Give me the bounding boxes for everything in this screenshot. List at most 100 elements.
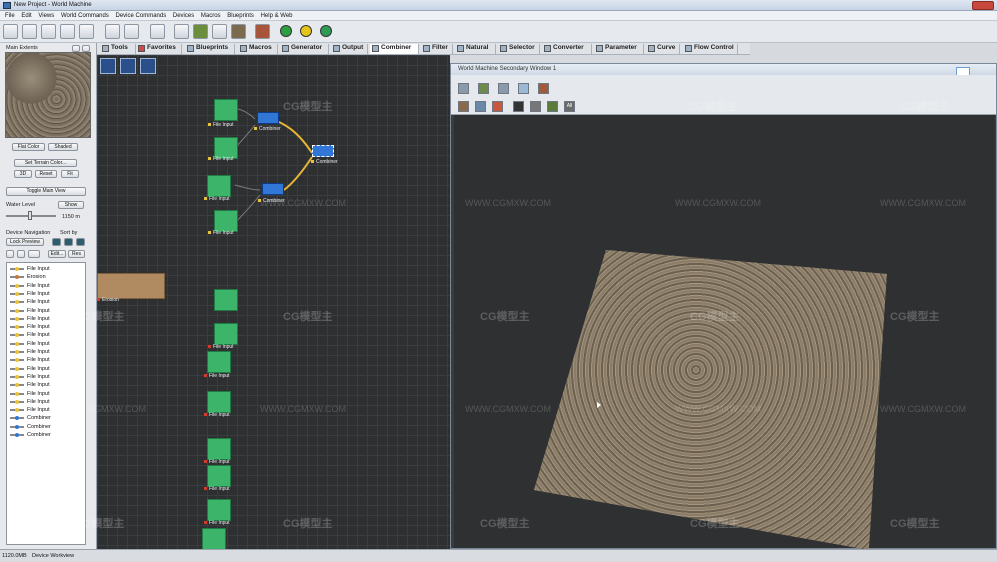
sort-icon-3[interactable] bbox=[76, 238, 85, 246]
menu-help[interactable]: Help & Web bbox=[261, 13, 293, 19]
tab-favorites[interactable]: Favorites bbox=[136, 44, 182, 54]
toggle-main-view-button[interactable]: Toggle Main View bbox=[6, 187, 86, 196]
device-list-item[interactable]: File Input bbox=[9, 373, 50, 381]
build-all-icon[interactable] bbox=[320, 25, 332, 37]
arrange-icon[interactable] bbox=[120, 58, 136, 74]
render-sphere-icon[interactable] bbox=[492, 101, 503, 112]
tab-macros[interactable]: Macros bbox=[238, 44, 278, 54]
texture-view-icon[interactable] bbox=[538, 83, 549, 94]
render-icon[interactable] bbox=[231, 24, 246, 39]
back-arrow-icon[interactable] bbox=[6, 250, 14, 258]
save-icon[interactable] bbox=[60, 24, 75, 39]
device-list-item[interactable]: File Input bbox=[9, 298, 50, 306]
device-list-item[interactable]: File Input bbox=[9, 398, 50, 406]
3d-viewport[interactable] bbox=[454, 115, 995, 550]
edit-icon[interactable] bbox=[547, 101, 558, 112]
device-list-item[interactable]: File Input bbox=[9, 406, 50, 414]
file-input-node[interactable] bbox=[207, 438, 231, 460]
tab-selector[interactable]: Selector bbox=[498, 44, 540, 54]
build-preview-icon[interactable] bbox=[300, 25, 312, 37]
camera-icon[interactable] bbox=[475, 101, 486, 112]
lighting-icon[interactable] bbox=[458, 101, 469, 112]
pin-icon[interactable] bbox=[72, 45, 80, 52]
device-list-item[interactable]: File Input bbox=[9, 315, 50, 323]
device-list-item[interactable]: File Input bbox=[9, 348, 50, 356]
lock-preview-button[interactable]: Lock Preview bbox=[6, 238, 44, 246]
close-button[interactable] bbox=[972, 1, 994, 10]
device-list-item[interactable]: Combiner bbox=[9, 414, 51, 422]
device-list-item[interactable]: Combiner bbox=[9, 423, 51, 431]
flat-color-button[interactable]: Flat Color bbox=[12, 143, 45, 151]
wizard-icon[interactable] bbox=[41, 24, 56, 39]
terrain-grid-icon[interactable] bbox=[478, 83, 489, 94]
view-2d-icon[interactable] bbox=[458, 83, 469, 94]
grid-icon[interactable] bbox=[193, 24, 208, 39]
reset-button[interactable]: Reset bbox=[35, 170, 57, 178]
tab-combiner[interactable]: Combiner bbox=[370, 44, 419, 54]
water-slider-thumb[interactable] bbox=[28, 211, 32, 220]
show-water-button[interactable]: Show bbox=[58, 201, 84, 209]
set-terrain-color-button[interactable]: Set Terrain Color... bbox=[14, 159, 77, 167]
view-icon[interactable] bbox=[498, 83, 509, 94]
new-icon[interactable] bbox=[3, 24, 18, 39]
tab-output[interactable]: Output bbox=[331, 44, 368, 54]
device-list-item[interactable]: File Input bbox=[9, 290, 50, 298]
file-input-node[interactable] bbox=[214, 99, 238, 121]
menu-file[interactable]: File bbox=[5, 13, 15, 19]
file-input-node[interactable] bbox=[207, 391, 231, 413]
menu-blueprints[interactable]: Blueprints bbox=[227, 13, 254, 19]
tab-parameter[interactable]: Parameter bbox=[594, 44, 644, 54]
combiner-node[interactable] bbox=[262, 183, 284, 195]
menu-device-commands[interactable]: Device Commands bbox=[116, 13, 167, 19]
panel-close-icon[interactable] bbox=[82, 45, 90, 52]
forward-arrow-icon[interactable] bbox=[17, 250, 25, 258]
layers-icon[interactable] bbox=[530, 101, 541, 112]
view-3d-icon[interactable] bbox=[518, 83, 529, 94]
export-icon[interactable] bbox=[124, 24, 139, 39]
menu-devices[interactable]: Devices bbox=[173, 13, 194, 19]
edit-button[interactable]: Edit... bbox=[48, 250, 66, 258]
combiner-node-selected[interactable] bbox=[312, 145, 334, 157]
device-view-icon[interactable] bbox=[150, 24, 165, 39]
3d-button[interactable]: 3D bbox=[14, 170, 32, 178]
device-list-item[interactable]: File Input bbox=[9, 282, 50, 290]
sort-icon-1[interactable] bbox=[52, 238, 61, 246]
erosion-node[interactable] bbox=[97, 273, 165, 299]
window-icon[interactable] bbox=[212, 24, 227, 39]
device-workview[interactable]: File Input File Input File Input File In… bbox=[97, 55, 450, 550]
device-list-item[interactable]: File Input bbox=[9, 340, 50, 348]
tab-generator[interactable]: Generator bbox=[280, 44, 329, 54]
device-list-item[interactable]: File Input bbox=[9, 390, 50, 398]
menu-edit[interactable]: Edit bbox=[21, 13, 31, 19]
combiner-node[interactable] bbox=[257, 112, 279, 124]
zoom-icon[interactable] bbox=[100, 58, 116, 74]
device-list-item[interactable]: File Input bbox=[9, 307, 50, 315]
tab-converter[interactable]: Converter bbox=[542, 44, 592, 54]
group-icon[interactable] bbox=[140, 58, 156, 74]
device-list-item[interactable]: File Input bbox=[9, 365, 50, 373]
all-button[interactable]: All bbox=[564, 101, 575, 112]
device-list-item[interactable]: File Input bbox=[9, 331, 50, 339]
file-input-node[interactable] bbox=[207, 499, 231, 521]
tab-filter[interactable]: Filter bbox=[421, 44, 453, 54]
hand-icon[interactable] bbox=[79, 24, 94, 39]
terrain-preview[interactable] bbox=[5, 52, 91, 138]
sort-icon-2[interactable] bbox=[64, 238, 73, 246]
file-input-node[interactable] bbox=[214, 210, 238, 232]
fit-button[interactable]: Fit bbox=[61, 170, 79, 178]
workview-icon[interactable] bbox=[174, 24, 189, 39]
tab-curve[interactable]: Curve bbox=[646, 44, 680, 54]
file-input-node[interactable] bbox=[214, 323, 238, 345]
device-list-item[interactable]: File Input bbox=[9, 381, 50, 389]
chip-icon[interactable] bbox=[513, 101, 524, 112]
texture-icon[interactable] bbox=[255, 24, 270, 39]
device-list-item[interactable]: Combiner bbox=[9, 431, 51, 439]
file-input-node[interactable] bbox=[214, 289, 238, 311]
shaded-button[interactable]: Shaded bbox=[48, 143, 78, 151]
file-input-node[interactable] bbox=[202, 528, 226, 550]
tab-flow-control[interactable]: Flow Control bbox=[683, 44, 738, 54]
file-input-node[interactable] bbox=[207, 351, 231, 373]
menu-views[interactable]: Views bbox=[38, 13, 54, 19]
up-arrow-icon[interactable] bbox=[28, 250, 40, 258]
file-input-node[interactable] bbox=[207, 175, 231, 197]
